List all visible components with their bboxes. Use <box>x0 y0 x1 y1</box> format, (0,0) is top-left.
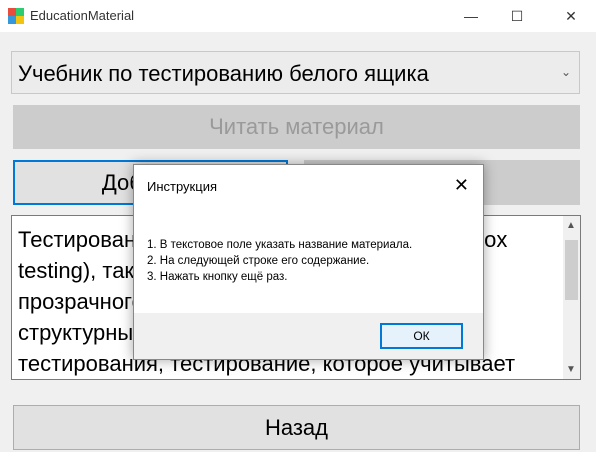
window-title: EducationMaterial <box>30 8 135 23</box>
scroll-up-icon[interactable]: ▲ <box>566 220 576 231</box>
minimize-button[interactable]: — <box>448 0 494 32</box>
scroll-thumb[interactable] <box>565 240 578 300</box>
vertical-scrollbar[interactable]: ▲ ▼ <box>563 216 580 379</box>
back-button[interactable]: Назад <box>13 405 580 450</box>
dialog-line: 2. На следующей строке его содержание. <box>147 255 370 267</box>
dialog-line: 3. Нажать кнопку ещё раз. <box>147 271 288 283</box>
read-material-button[interactable]: Читать материал <box>13 105 580 149</box>
chevron-down-icon[interactable]: ⌄ <box>561 65 571 79</box>
close-icon[interactable]: ✕ <box>454 175 469 196</box>
dialog-title: Инструкция <box>147 179 217 194</box>
dialog-footer: ОК <box>134 313 483 359</box>
ok-button[interactable]: ОК <box>380 323 463 349</box>
maximize-button[interactable]: ☐ <box>494 0 540 32</box>
scroll-down-icon[interactable]: ▼ <box>566 364 576 375</box>
dialog-message: 1. В текстовое поле указать название мат… <box>147 237 412 285</box>
material-select-value: Учебник по тестированию белого ящика <box>18 61 429 86</box>
material-select[interactable]: Учебник по тестированию белого ящика ⌄ <box>11 51 580 94</box>
dialog-line: 1. В текстовое поле указать название мат… <box>147 239 413 251</box>
app-icon <box>8 8 24 24</box>
window-titlebar: EducationMaterial — ☐ ✕ <box>0 0 596 32</box>
instruction-dialog: Инструкция ✕ 1. В текстовое поле указать… <box>133 164 484 360</box>
close-button[interactable]: ✕ <box>548 0 594 32</box>
